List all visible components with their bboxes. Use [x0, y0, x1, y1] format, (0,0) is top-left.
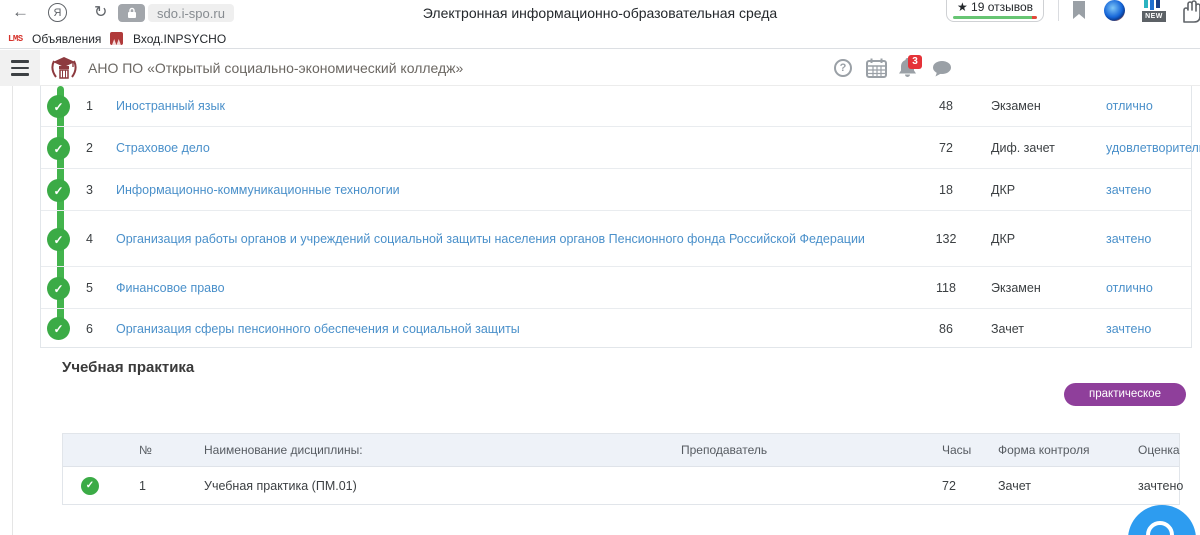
- table-row: 2 Страховое дело 72 Диф. зачет удовлетво…: [41, 127, 1191, 169]
- back-icon[interactable]: ←: [12, 2, 29, 22]
- site-reviews-button[interactable]: ★ 19 отзывов: [946, 0, 1044, 22]
- header-hours: Часы: [942, 443, 971, 457]
- header-discipline: Наименование дисциплины:: [204, 443, 363, 457]
- grade-link[interactable]: зачтено: [1106, 322, 1151, 336]
- practice-table-header: № Наименование дисциплины: Преподаватель…: [63, 434, 1179, 467]
- control-form: Зачет: [998, 479, 1031, 493]
- college-name: АНО ПО «Открытый социально-экономический…: [88, 50, 463, 86]
- hours-value: 48: [926, 99, 966, 113]
- discipline-link[interactable]: Иностранный язык: [116, 97, 225, 115]
- extension-new-icon[interactable]: NEW: [1142, 0, 1166, 22]
- grade-link[interactable]: зачтено: [1106, 232, 1151, 246]
- notification-count-badge: 3: [908, 55, 922, 69]
- hand-assistant-icon[interactable]: [1178, 0, 1200, 24]
- grade-link[interactable]: отлично: [1106, 99, 1153, 113]
- hours-value: 86: [926, 322, 966, 336]
- practice-type-badge[interactable]: практическое обучение: [1064, 383, 1186, 406]
- practice-table: № Наименование дисциплины: Преподаватель…: [62, 433, 1180, 505]
- control-form: Диф. зачет: [991, 141, 1055, 155]
- section-title: Учебная практика: [62, 359, 194, 376]
- hours-value: 118: [926, 281, 966, 295]
- bookmark-inpsycho[interactable]: Вход.INPSYCHO: [133, 32, 226, 46]
- calendar-icon[interactable]: [866, 58, 887, 78]
- hours-value: 72: [942, 479, 956, 493]
- grade-link[interactable]: удовлетворительно: [1106, 141, 1200, 155]
- browser-toolbar: ← Я ↻ sdo.i-spo.ru Электронная информаци…: [0, 0, 1200, 30]
- control-form: ДКР: [991, 232, 1015, 246]
- lock-glyph: [127, 7, 137, 19]
- header-number: №: [139, 443, 152, 457]
- control-form: Зачет: [991, 322, 1024, 336]
- bookmarks-bar: LMS Объявления Вход.INPSYCHO: [0, 30, 1200, 49]
- header-teacher: Преподаватель: [681, 443, 767, 457]
- https-lock-icon[interactable]: [118, 4, 145, 22]
- control-form: Экзамен: [991, 99, 1041, 113]
- discipline-link[interactable]: Информационно-коммуникационные технологи…: [116, 180, 400, 198]
- support-chat-button[interactable]: [1128, 505, 1196, 535]
- grade-link[interactable]: зачтено: [1106, 183, 1151, 197]
- discipline-link[interactable]: Организация сферы пенсионного обеспечени…: [116, 319, 520, 337]
- toolbar-divider: [1058, 0, 1059, 21]
- table-row: ✓ 1 Учебная практика (ПМ.01) 72 Зачет за…: [63, 467, 1179, 504]
- grade-link[interactable]: зачтено: [1138, 479, 1183, 493]
- completed-check-icon: ✓: [81, 477, 99, 495]
- row-number: 3: [86, 183, 93, 197]
- refresh-icon[interactable]: ↻: [94, 2, 107, 22]
- table-row: 4 Организация работы органов и учреждени…: [41, 211, 1191, 267]
- new-badge: NEW: [1142, 11, 1166, 22]
- table-row: 5 Финансовое право 118 Экзамен отлично: [41, 267, 1191, 309]
- layout-divider: [12, 86, 13, 535]
- disciplines-table: ✓ ✓ ✓ ✓ ✓ ✓ 1 Иностранный язык 48 Экзаме…: [40, 86, 1192, 348]
- address-bar[interactable]: sdo.i-spo.ru: [148, 4, 234, 22]
- table-row: 3 Информационно-коммуникационные техноло…: [41, 169, 1191, 211]
- help-icon[interactable]: ?: [834, 59, 852, 77]
- college-logo: [49, 53, 79, 84]
- header-control: Форма контроля: [998, 443, 1090, 457]
- lms-favicon: LMS: [8, 34, 23, 44]
- chat-ring-icon: [1146, 521, 1174, 535]
- bookmark-announcements[interactable]: Объявления: [32, 32, 101, 46]
- browser-window: ← Я ↻ sdo.i-spo.ru Электронная информаци…: [0, 0, 1200, 535]
- discipline-link[interactable]: Организация работы органов и учреждений …: [116, 229, 865, 247]
- messages-icon[interactable]: [932, 61, 952, 77]
- row-number: 6: [86, 322, 93, 336]
- bookmark-flag-icon[interactable]: [1072, 1, 1086, 20]
- practice-link[interactable]: Учебная практика (ПМ.01): [204, 479, 357, 493]
- hours-value: 72: [926, 141, 966, 155]
- discipline-link[interactable]: Страховое дело: [116, 138, 210, 156]
- control-form: Экзамен: [991, 281, 1041, 295]
- hours-value: 18: [926, 183, 966, 197]
- grade-link[interactable]: отлично: [1106, 281, 1153, 295]
- yandex-browser-icon[interactable]: Я: [48, 3, 67, 22]
- row-number: 4: [86, 232, 93, 246]
- reviews-rating-bar: [953, 16, 1037, 19]
- menu-button[interactable]: [0, 50, 40, 86]
- hours-value: 132: [926, 232, 966, 246]
- tab-page-title: Электронная информационно-образовательна…: [300, 5, 900, 21]
- table-row: 1 Иностранный язык 48 Экзамен отлично: [41, 86, 1191, 127]
- emblem-glyph: [112, 38, 121, 45]
- table-row: 6 Организация сферы пенсионного обеспече…: [41, 309, 1191, 348]
- control-form: ДКР: [991, 183, 1015, 197]
- reviews-label: ★ 19 отзывов: [947, 0, 1043, 14]
- row-number: 2: [86, 141, 93, 155]
- discipline-link[interactable]: Финансовое право: [116, 278, 225, 296]
- header-grade: Оценка: [1138, 443, 1180, 457]
- row-number: 5: [86, 281, 93, 295]
- extension-globe-icon[interactable]: [1104, 0, 1125, 21]
- emblem-favicon: [110, 32, 123, 45]
- row-number: 1: [139, 479, 146, 493]
- row-number: 1: [86, 99, 93, 113]
